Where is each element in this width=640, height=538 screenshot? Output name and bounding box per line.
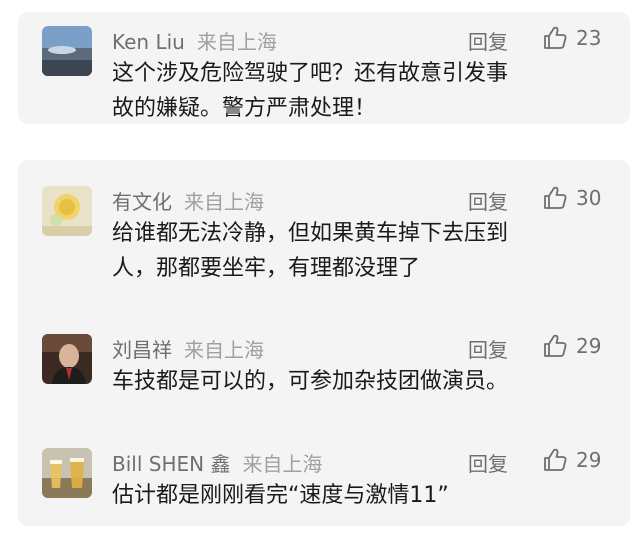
user-name-line: 刘昌祥 来自上海: [112, 334, 264, 363]
like-count: 23: [576, 26, 602, 50]
avatar[interactable]: [42, 334, 92, 384]
comment-line: 人，那都要坐牢，有理都没理了: [112, 256, 421, 281]
reply-button[interactable]: 回复: [468, 186, 508, 215]
thumbs-up-icon: [544, 334, 567, 357]
reply-button[interactable]: 回复: [468, 26, 508, 55]
user-name-line: Bill SHEN 鑫来自上海: [112, 448, 322, 477]
comment-line: 这个涉及危险驾驶了吧？还有故意引发事: [112, 61, 509, 86]
like-button[interactable]: 30: [542, 185, 601, 211]
like-button[interactable]: 29: [542, 447, 601, 473]
user-name-line: 有文化 来自上海: [112, 186, 264, 215]
comment-card: Ken Liu 来自上海 回复 23 这个涉及危险驾驶了吧？还有故意引发事 故的嫌…: [18, 12, 630, 124]
avatar[interactable]: [42, 26, 92, 76]
like-button[interactable]: 23: [542, 25, 601, 51]
user-name[interactable]: 有文化: [112, 190, 172, 214]
comment-line: 给谁都无法冷静，但如果黄车掉下去压到: [112, 221, 509, 246]
like-count: 29: [576, 448, 602, 472]
comment-text: 估计都是刚刚看完“速度与激情11”: [112, 478, 612, 513]
like-count: 29: [576, 334, 602, 358]
thumbs-up-icon: [544, 186, 567, 209]
like-count: 30: [576, 186, 602, 210]
location-label: 来自上海: [184, 338, 264, 362]
avatar[interactable]: [42, 186, 92, 236]
comment-text: 这个涉及危险驾驶了吧？还有故意引发事 故的嫌疑。警方严肃处理！: [112, 56, 612, 126]
comment-text: 车技都是可以的，可参加杂技团做演员。: [112, 364, 612, 399]
comment-line: 估计都是刚刚看完“速度与激情11”: [112, 483, 449, 508]
location-label: 来自上海: [242, 452, 323, 476]
reply-button[interactable]: 回复: [468, 334, 508, 363]
comment-line: 故的嫌疑。警方严肃处理！: [112, 96, 377, 121]
comment-line: 车技都是可以的，可参加杂技团做演员。: [112, 369, 509, 394]
thumbs-up-icon: [544, 448, 567, 471]
avatar[interactable]: [42, 448, 92, 498]
location-label: 来自上海: [196, 30, 277, 54]
user-name[interactable]: Bill SHEN 鑫: [112, 452, 230, 476]
comment-card: 有文化 来自上海 回复 30 给谁都无法冷静，但如果黄车掉下去压到 人，那都要坐牢…: [18, 160, 630, 526]
like-button[interactable]: 29: [542, 333, 601, 359]
user-name-line: Ken Liu 来自上海: [112, 26, 277, 55]
location-label: 来自上海: [184, 190, 264, 214]
user-name[interactable]: 刘昌祥: [112, 338, 172, 362]
reply-button[interactable]: 回复: [468, 448, 508, 477]
user-name[interactable]: Ken Liu: [112, 30, 185, 54]
comment-text: 给谁都无法冷静，但如果黄车掉下去压到 人，那都要坐牢，有理都没理了: [112, 216, 612, 286]
thumbs-up-icon: [544, 26, 567, 49]
